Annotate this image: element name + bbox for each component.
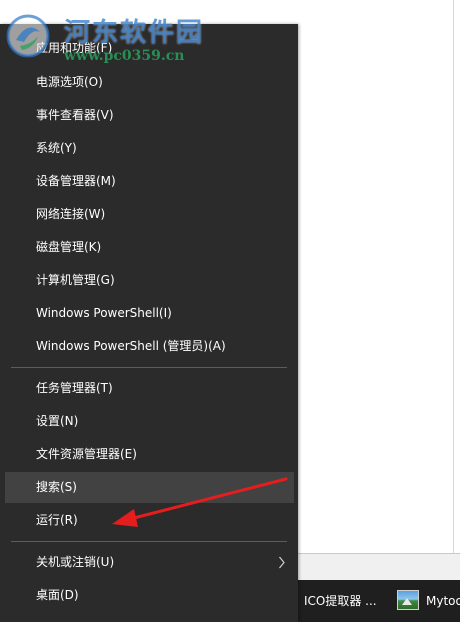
menu-item-power-options[interactable]: 电源选项(O) [5, 67, 294, 98]
menu-item-powershell[interactable]: Windows PowerShell(I) [5, 298, 294, 329]
menu-item-event-viewer[interactable]: 事件查看器(V) [5, 100, 294, 131]
menu-item-shutdown-or-sign-out[interactable]: 关机或注销(U) [5, 547, 294, 578]
menu-item-device-manager[interactable]: 设备管理器(M) [5, 166, 294, 197]
menu-item-system[interactable]: 系统(Y) [5, 133, 294, 164]
menu-item-computer-management[interactable]: 计算机管理(G) [5, 265, 294, 296]
image-app-icon [397, 590, 419, 610]
window-status-strip [296, 553, 460, 581]
menu-item-desktop[interactable]: 桌面(D) [5, 580, 294, 611]
menu-item-run[interactable]: 运行(R) [5, 505, 294, 536]
menu-item-disk-management[interactable]: 磁盘管理(K) [5, 232, 294, 263]
menu-item-powershell-admin[interactable]: Windows PowerShell (管理员)(A) [5, 331, 294, 362]
menu-item-apps-and-features[interactable]: 应用和功能(F) [5, 33, 294, 64]
window-edge [453, 0, 454, 555]
menu-separator [11, 367, 287, 368]
taskbar-item-label: Mytoo [426, 594, 460, 608]
menu-item-label: 关机或注销(U) [36, 555, 115, 569]
menu-item-settings[interactable]: 设置(N) [5, 406, 294, 437]
menu-separator [11, 541, 287, 542]
menu-item-network-connections[interactable]: 网络连接(W) [5, 199, 294, 230]
menu-item-search[interactable]: 搜索(S) [5, 472, 294, 503]
menu-item-task-manager[interactable]: 任务管理器(T) [5, 373, 294, 404]
menu-item-file-explorer[interactable]: 文件资源管理器(E) [5, 439, 294, 470]
quick-link-menu: 应用和功能(F) 电源选项(O) 事件查看器(V) 系统(Y) 设备管理器(M)… [0, 24, 298, 622]
taskbar-item-ico-extractor[interactable]: ICO提取器 ... [298, 580, 390, 622]
taskbar-item-mytoo[interactable]: Mytoo [392, 580, 460, 622]
